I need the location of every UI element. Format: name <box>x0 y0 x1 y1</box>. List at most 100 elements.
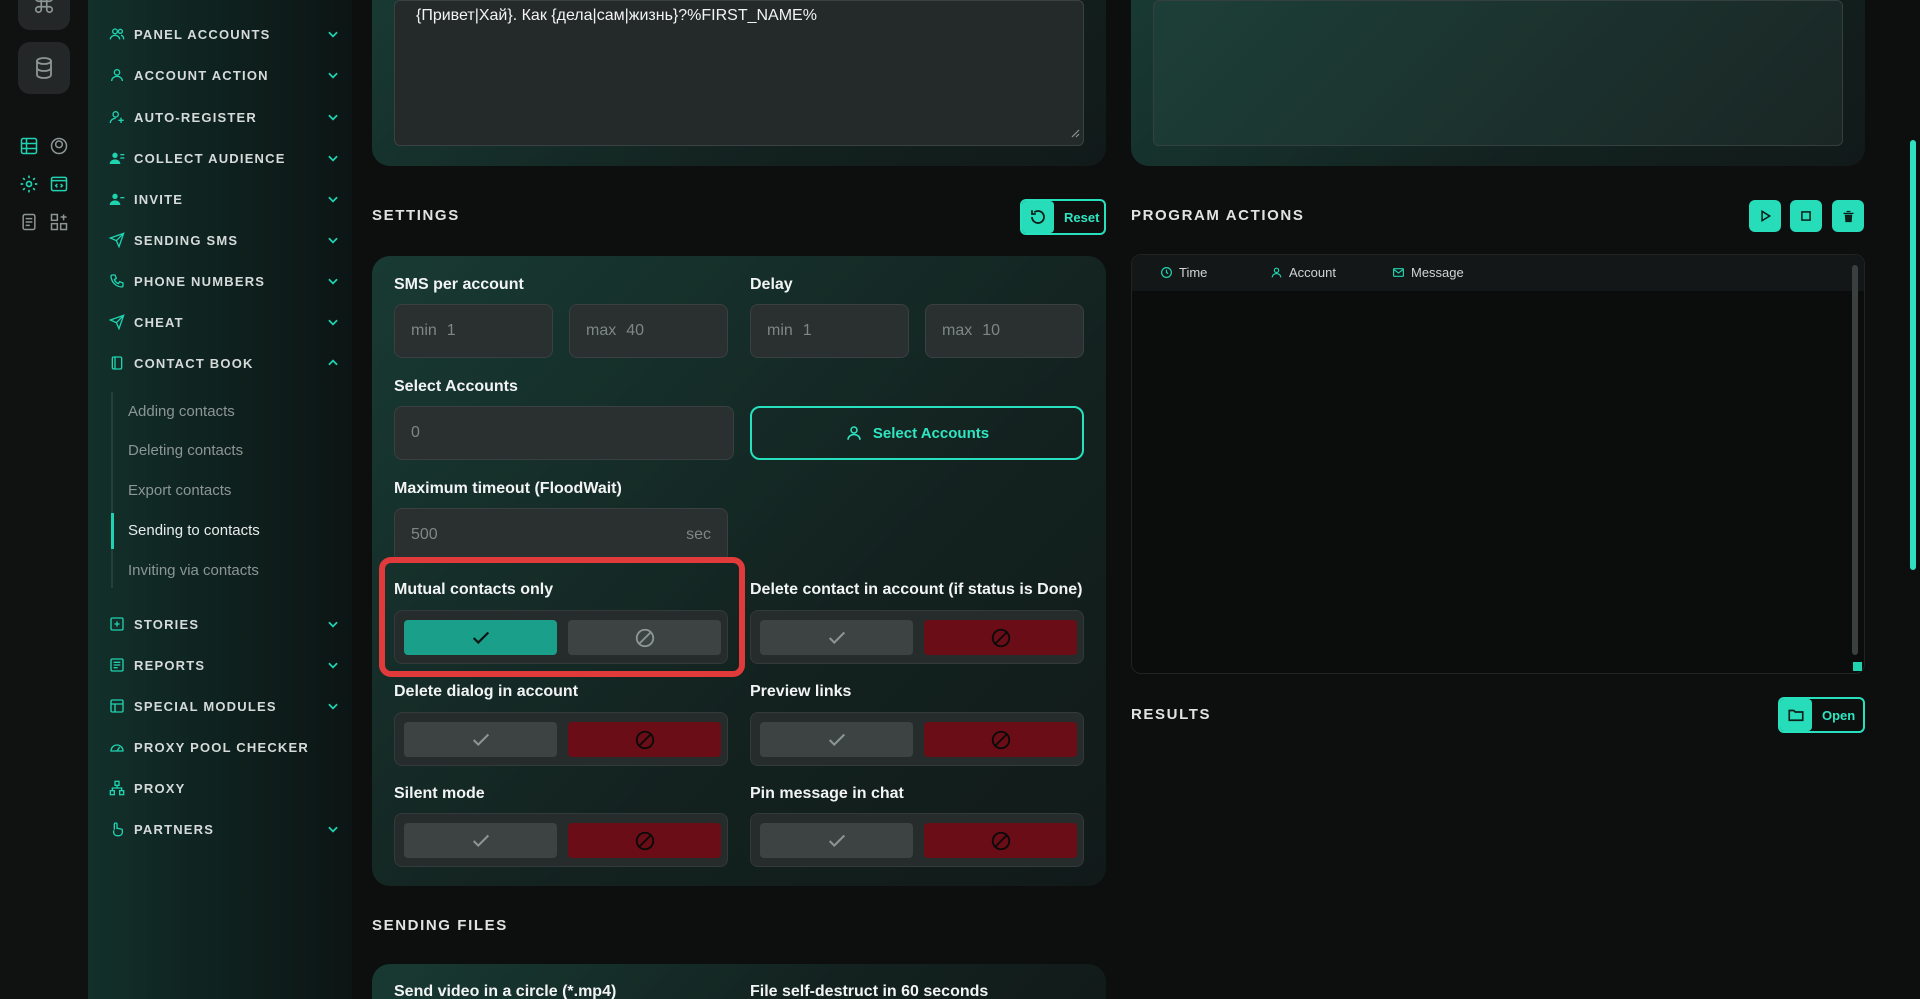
silent-mode-yes[interactable] <box>404 823 557 858</box>
submenu-active-indicator <box>111 513 114 549</box>
sidebar-item-label: CONTACT BOOK <box>134 355 254 371</box>
submenu-deleting-contacts[interactable]: Deleting contacts <box>128 442 243 459</box>
mutual-contacts-no[interactable] <box>568 620 721 655</box>
user-icon <box>108 66 126 84</box>
resize-handle-icon[interactable] <box>1070 125 1080 143</box>
delete-contact-toggle <box>750 610 1084 664</box>
mutual-contacts-label: Mutual contacts only <box>394 581 554 598</box>
delay-max-input[interactable]: max 10 <box>925 304 1084 358</box>
sidebar-item-auto-register[interactable]: AUTO-REGISTER <box>108 104 340 130</box>
sidebar-item-reports[interactable]: REPORTS <box>108 652 340 678</box>
chevron-down-icon <box>326 151 340 165</box>
stories-icon <box>108 615 126 633</box>
mutual-contacts-yes[interactable] <box>404 620 557 655</box>
delete-log-button[interactable] <box>1832 200 1864 232</box>
report-icon <box>108 656 126 674</box>
log-scrollbar[interactable] <box>1852 265 1858 655</box>
timeout-label: Maximum timeout (FloodWait) <box>394 480 622 497</box>
col-message-label: Message <box>1411 265 1464 280</box>
sidebar-item-label: COLLECT AUDIENCE <box>134 150 286 166</box>
document-icon[interactable] <box>17 210 41 234</box>
sidebar-item-sending-sms[interactable]: SENDING SMS <box>108 227 340 253</box>
preview-links-yes[interactable] <box>760 722 913 757</box>
gear-icon[interactable] <box>17 172 41 196</box>
sidebar-item-label: AUTO-REGISTER <box>134 109 257 125</box>
select-accounts-label: Select Accounts <box>394 378 518 395</box>
sidebar-item-collect-audience[interactable]: COLLECT AUDIENCE <box>108 145 340 171</box>
table-icon[interactable] <box>17 134 41 158</box>
reset-button[interactable]: Reset <box>1020 199 1106 235</box>
preview-links-label: Preview links <box>750 683 852 700</box>
sidebar-item-panel-accounts[interactable]: PANEL ACCOUNTS <box>108 21 340 47</box>
submenu-export-contacts[interactable]: Export contacts <box>128 482 231 499</box>
sidebar-item-special-modules[interactable]: SPECIAL MODULES <box>108 693 340 719</box>
log-resize-handle[interactable] <box>1853 662 1862 671</box>
database-icon[interactable] <box>18 42 70 94</box>
sms-min-value: 1 <box>446 322 456 339</box>
sidebar-item-phone-numbers[interactable]: PHONE NUMBERS <box>108 268 340 294</box>
command-icon[interactable] <box>18 0 70 30</box>
sidebar-item-proxy[interactable]: PROXY <box>108 775 340 801</box>
book-icon <box>108 354 126 372</box>
block-icon <box>635 730 654 749</box>
sidebar-item-label: STORIES <box>134 616 200 632</box>
message-textarea[interactable]: {Привет|Хай}. Как {дела|сам|жизнь}?%FIRS… <box>394 0 1084 146</box>
sidebar-item-label: REPORTS <box>134 657 206 673</box>
log-column-message[interactable]: Message <box>1392 265 1464 280</box>
log-column-time[interactable]: Time <box>1160 265 1207 280</box>
sidebar-item-invite[interactable]: INVITE <box>108 186 340 212</box>
silent-mode-no[interactable] <box>568 823 721 858</box>
block-icon <box>991 730 1010 749</box>
delete-dialog-yes[interactable] <box>404 722 557 757</box>
sms-max-input[interactable]: max 40 <box>569 304 728 358</box>
pin-message-no[interactable] <box>924 823 1077 858</box>
sms-min-input[interactable]: min 1 <box>394 304 553 358</box>
pin-message-label: Pin message in chat <box>750 785 904 802</box>
invite-icon <box>108 190 126 208</box>
log-panel: Time Account Message <box>1131 254 1865 674</box>
user-icon <box>845 424 863 442</box>
widgets-icon[interactable] <box>47 210 71 234</box>
user-pin-icon[interactable] <box>47 134 71 158</box>
stop-button[interactable] <box>1790 200 1822 232</box>
timeout-value: 500 <box>411 526 438 543</box>
code-window-icon[interactable] <box>47 172 71 196</box>
sidebar-item-partners[interactable]: PARTNERS <box>108 816 340 842</box>
select-accounts-button[interactable]: Select Accounts <box>750 406 1084 460</box>
open-results-button[interactable]: Open <box>1778 697 1865 733</box>
selected-accounts-count: 0 <box>394 406 734 460</box>
log-column-account[interactable]: Account <box>1270 265 1336 280</box>
delete-contact-no[interactable] <box>924 620 1077 655</box>
sidebar-item-cheat[interactable]: CHEAT <box>108 309 340 335</box>
check-icon <box>828 733 845 746</box>
sidebar-item-stories[interactable]: STORIES <box>108 611 340 637</box>
selected-accounts-value: 0 <box>411 424 420 441</box>
page-scrollbar[interactable] <box>1910 140 1916 570</box>
timeout-input[interactable]: 500 sec <box>394 508 728 562</box>
preview-panel <box>1131 0 1865 166</box>
sidebar-item-account-action[interactable]: ACCOUNT ACTION <box>108 62 340 88</box>
submenu-inviting-via-contacts[interactable]: Inviting via contacts <box>128 562 259 579</box>
folder-icon <box>1780 699 1812 731</box>
open-label: Open <box>1822 707 1856 723</box>
sidebar-item-label: PARTNERS <box>134 821 215 837</box>
play-button[interactable] <box>1749 200 1781 232</box>
submenu-sending-to-contacts[interactable]: Sending to contacts <box>128 522 260 539</box>
preview-links-no[interactable] <box>924 722 1077 757</box>
delete-dialog-no[interactable] <box>568 722 721 757</box>
icon-rail <box>0 0 88 999</box>
delete-contact-yes[interactable] <box>760 620 913 655</box>
max-prefix: max <box>942 322 973 339</box>
pin-message-yes[interactable] <box>760 823 913 858</box>
submenu-adding-contacts[interactable]: Adding contacts <box>128 403 235 420</box>
block-icon <box>635 628 654 647</box>
sidebar-item-contact-book[interactable]: CONTACT BOOK <box>108 350 340 376</box>
delay-max-value: 10 <box>982 322 1001 339</box>
check-icon <box>472 733 489 746</box>
sidebar-item-proxy-pool-checker[interactable]: PROXY POOL CHECKER <box>108 734 340 760</box>
max-prefix: max <box>586 322 617 339</box>
delay-min-input[interactable]: min 1 <box>750 304 909 358</box>
check-icon <box>472 834 489 847</box>
user-plus-icon <box>108 108 126 126</box>
sidebar-item-label: ACCOUNT ACTION <box>134 67 269 83</box>
